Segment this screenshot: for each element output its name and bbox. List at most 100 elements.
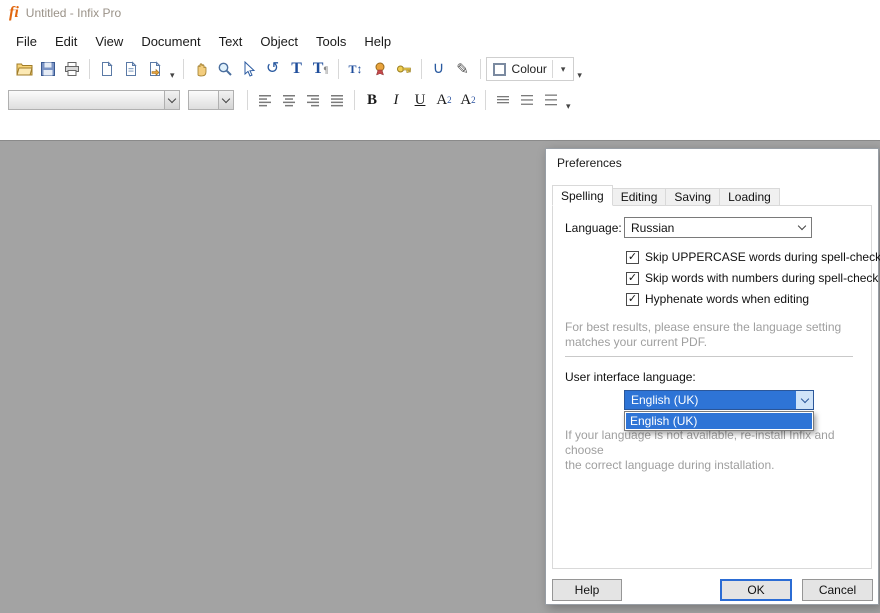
language-select[interactable]: Russian	[624, 217, 812, 238]
line-spacing-double-button[interactable]	[539, 88, 563, 112]
checkbox-hyphenate[interactable]: ✓ Hyphenate words when editing	[626, 292, 809, 306]
titlebar: fi Untitled - Infix Pro	[0, 0, 880, 26]
toolbar-separator	[338, 59, 339, 79]
font-size-dropdown-arrow[interactable]	[218, 91, 233, 109]
colour-button[interactable]: Colour ▾	[486, 57, 575, 81]
line-spacing-single-button[interactable]	[491, 88, 515, 112]
align-center-icon	[281, 93, 297, 107]
menu-text[interactable]: Text	[210, 31, 252, 52]
ui-language-option-selected[interactable]: English (UK)	[626, 413, 812, 429]
floppy-disk-icon	[40, 61, 56, 77]
checkbox-checked-icon[interactable]: ✓	[626, 272, 639, 285]
toolbar-separator	[421, 59, 422, 79]
checkbox-checked-icon[interactable]: ✓	[626, 251, 639, 264]
cancel-button[interactable]: Cancel	[802, 579, 873, 601]
toolbar-separator	[183, 59, 184, 79]
stamp-seal-icon	[372, 61, 388, 77]
open-folder-icon	[16, 61, 33, 77]
text-edit-tool-button[interactable]: T¶	[309, 57, 333, 81]
tab-loading[interactable]: Loading	[720, 188, 780, 206]
menu-file[interactable]: File	[7, 31, 46, 52]
align-center-button[interactable]	[277, 88, 301, 112]
checkbox-skip-uppercase[interactable]: ✓ Skip UPPERCASE words during spell-chec…	[626, 250, 880, 264]
italic-button[interactable]: I	[384, 88, 408, 112]
subscript-button[interactable]: A2	[456, 88, 480, 112]
format-overflow-caret[interactable]: ▾	[566, 101, 571, 115]
colour-dropdown-caret[interactable]: ▾	[561, 64, 566, 75]
spelling-tab-page: Language: Russian ✓ Skip UPPERCASE words…	[552, 205, 872, 569]
checkbox-skip-numbers[interactable]: ✓ Skip words with numbers during spell-c…	[626, 271, 878, 285]
chevron-down-icon	[168, 94, 176, 102]
subscript-base: A	[460, 92, 471, 109]
window-title: Untitled - Infix Pro	[26, 6, 121, 20]
arrow-cursor-icon	[241, 61, 257, 77]
language-label: Language:	[565, 221, 622, 235]
rotate-tool-button[interactable]: ↺	[261, 57, 285, 81]
underline-button[interactable]: U	[408, 88, 432, 112]
reflow-tool-button[interactable]: ∪	[427, 57, 451, 81]
ui-language-note-line2: the correct language during installation…	[565, 458, 871, 473]
open-file-button[interactable]	[12, 57, 36, 81]
menu-view[interactable]: View	[86, 31, 132, 52]
superscript-button[interactable]: A2	[432, 88, 456, 112]
checkbox-label: Skip words with numbers during spell-che…	[645, 271, 878, 285]
checkbox-label: Skip UPPERCASE words during spell-check	[645, 250, 880, 264]
ui-language-label: User interface language:	[565, 370, 696, 384]
align-left-button[interactable]	[253, 88, 277, 112]
text-tool-button[interactable]: T	[285, 57, 309, 81]
document-export-button[interactable]	[143, 57, 167, 81]
line-spacing-medium-button[interactable]	[515, 88, 539, 112]
page-copy-icon	[123, 61, 139, 77]
ui-language-select[interactable]: English (UK)	[624, 390, 814, 410]
line-spacing-double-icon	[543, 93, 559, 107]
tab-spelling[interactable]: Spelling	[552, 185, 613, 206]
superscript-base: A	[436, 92, 447, 109]
hand-pan-button[interactable]	[189, 57, 213, 81]
ok-button[interactable]: OK	[720, 579, 792, 601]
toolbar-overflow-caret[interactable]: ▾	[577, 70, 582, 84]
font-family-select[interactable]	[8, 90, 180, 110]
menu-edit[interactable]: Edit	[46, 31, 86, 52]
tab-saving[interactable]: Saving	[666, 188, 720, 206]
language-note-line2: matches your current PDF.	[565, 335, 841, 350]
font-size-select[interactable]	[188, 90, 234, 110]
toolbar-separator	[354, 90, 355, 110]
ui-language-dropdown-list: English (UK)	[624, 411, 814, 431]
language-value: Russian	[625, 221, 793, 235]
checkbox-checked-icon[interactable]: ✓	[626, 293, 639, 306]
dialog-title: Preferences	[557, 156, 622, 170]
tab-editing[interactable]: Editing	[613, 188, 667, 206]
preferences-dialog: Preferences Spelling Editing Saving Load…	[545, 148, 879, 605]
documents-dropdown-caret[interactable]: ▾	[170, 70, 175, 84]
select-tool-button[interactable]	[237, 57, 261, 81]
permissions-button[interactable]	[392, 57, 416, 81]
menu-help[interactable]: Help	[355, 31, 400, 52]
font-family-dropdown-arrow[interactable]	[164, 91, 179, 109]
chevron-down-icon	[800, 394, 808, 402]
text-edit-icon: T¶	[313, 61, 329, 77]
save-button[interactable]	[36, 57, 60, 81]
pen-tool-button[interactable]: ✎	[451, 57, 475, 81]
print-button[interactable]	[60, 57, 84, 81]
checkbox-label: Hyphenate words when editing	[645, 292, 809, 306]
justify-button[interactable]	[325, 88, 349, 112]
bold-button[interactable]: B	[360, 88, 384, 112]
align-right-icon	[305, 93, 321, 107]
colour-frame-icon	[492, 62, 507, 77]
key-icon	[396, 61, 412, 77]
page-export-icon	[147, 61, 163, 77]
ui-language-dropdown-arrow[interactable]	[796, 391, 813, 409]
help-button[interactable]: Help	[552, 579, 622, 601]
zoom-button[interactable]	[213, 57, 237, 81]
menu-tools[interactable]: Tools	[307, 31, 355, 52]
new-document-button[interactable]	[95, 57, 119, 81]
insert-text-button[interactable]: T↕	[344, 57, 368, 81]
menu-object[interactable]: Object	[251, 31, 307, 52]
language-dropdown-arrow[interactable]	[793, 226, 811, 229]
colour-button-label: Colour	[512, 62, 547, 76]
document-copy-button[interactable]	[119, 57, 143, 81]
magnifier-icon	[217, 61, 233, 77]
menu-document[interactable]: Document	[132, 31, 209, 52]
stamp-button[interactable]	[368, 57, 392, 81]
align-right-button[interactable]	[301, 88, 325, 112]
